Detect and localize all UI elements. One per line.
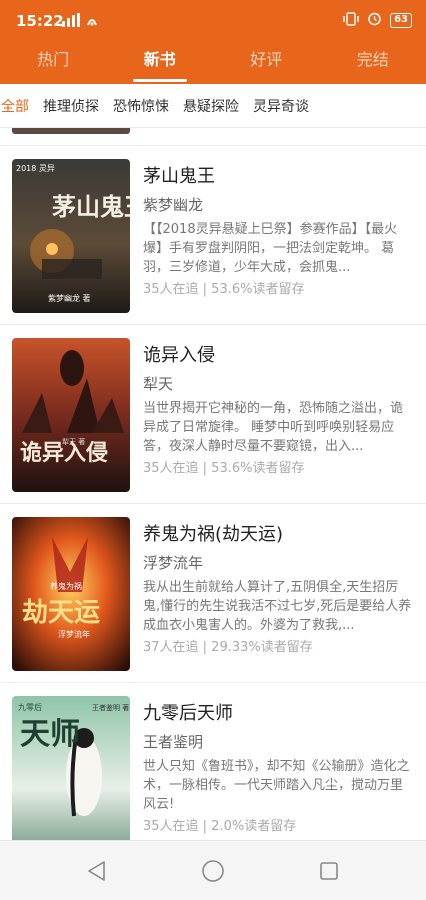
cover-badge: 九零后 xyxy=(18,702,42,712)
status-bar: 15:22 63 xyxy=(0,0,426,42)
book-info: 养鬼为祸(劫天运) 浮梦流年 我从出生前就给人算计了,五阴俱全,天生招厉鬼,懂行… xyxy=(143,522,412,657)
list-item[interactable]: 茅山鬼王 2018 灵异 紫梦幽龙 著 茅山鬼王 紫梦幽龙 【【2018灵异悬疑… xyxy=(0,146,426,325)
book-author: 王者鉴明 xyxy=(143,733,204,751)
category-detective[interactable]: 推理侦探 xyxy=(36,96,106,116)
list-item[interactable]: 劫天运 养鬼为祸 浮梦流年 养鬼为祸(劫天运) 浮梦流年 我从出生前就给人算计了… xyxy=(0,504,426,683)
book-info: 诡异入侵 犁天 当世界揭开它神秘的一角，恐怖随之溢出，诡异成了日常旋律。 睡梦中… xyxy=(143,343,412,478)
battery-indicator: 63 xyxy=(390,13,412,28)
book-cover: 茅山鬼王 2018 灵异 紫梦幽龙 著 xyxy=(12,159,130,313)
book-info: 九零后天师 王者鉴明 世人只知《鲁班书》，却不知《公输册》造化之术，一脉相传。一… xyxy=(143,701,412,836)
book-title[interactable]: 养鬼为祸(劫天运) xyxy=(143,522,412,548)
book-stats: 35人在追 | 53.6%读者留存 xyxy=(143,282,305,297)
book-cover: 劫天运 养鬼为祸 浮梦流年 xyxy=(12,517,130,671)
tab-hot[interactable]: 热门 xyxy=(0,42,107,84)
book-description: 我从出生前就给人算计了,五阴俱全,天生招厉鬼,懂行的先生说我活不过七岁,死后是要… xyxy=(143,580,412,633)
tab-top-rated[interactable]: 好评 xyxy=(213,42,320,84)
book-author: 浮梦流年 xyxy=(143,554,204,572)
cover-author: 犁天 著 xyxy=(62,437,85,446)
cover-badge: 2018 灵异 xyxy=(16,164,55,173)
cover-author: 浮梦流年 xyxy=(58,629,90,639)
system-nav-bar xyxy=(0,840,426,900)
book-cover: 诡异入侵 犁天 著 xyxy=(12,338,130,492)
book-stats: 35人在追 | 2.0%读者留存 xyxy=(143,819,297,834)
book-title[interactable]: 九零后天师 xyxy=(143,701,412,727)
book-info: 茅山鬼王 紫梦幽龙 【【2018灵异悬疑上巳祭】参赛作品】【最火爆】手有罗盘判阴… xyxy=(143,164,412,299)
top-tab-bar: 热门 新书 好评 完结 xyxy=(0,42,426,84)
cover-badge: 养鬼为祸 xyxy=(50,581,82,591)
tab-completed[interactable]: 完结 xyxy=(320,42,426,84)
book-list: 茅山鬼王 2018 灵异 紫梦幽龙 著 茅山鬼王 紫梦幽龙 【【2018灵异悬疑… xyxy=(0,128,426,840)
status-time: 15:22 xyxy=(16,12,64,30)
book-description: 世人只知《鲁班书》，却不知《公输册》造化之术，一脉相传。一代天师踏入凡尘，搅动万… xyxy=(143,759,410,812)
alarm-icon xyxy=(367,11,382,30)
status-right: 63 xyxy=(343,11,412,30)
list-item[interactable]: 天师 九零后 王者鉴明 著 九零后天师 王者鉴明 世人只知《鲁班书》，却不知《公… xyxy=(0,683,426,840)
tab-new-books[interactable]: 新书 xyxy=(107,42,214,84)
book-stats: 35人在追 | 53.6%读者留存 xyxy=(143,461,305,476)
book-author: 犁天 xyxy=(143,375,174,393)
category-filter-bar: 全部 推理侦探 恐怖惊悚 悬疑探险 灵异奇谈 xyxy=(0,84,426,128)
back-triangle-icon[interactable] xyxy=(85,859,109,883)
previous-item-edge xyxy=(0,128,426,146)
cover-title-text: 天师 xyxy=(20,717,80,752)
recent-apps-square-icon[interactable] xyxy=(317,859,341,883)
list-item[interactable]: 诡异入侵 犁天 著 诡异入侵 犁天 当世界揭开它神秘的一角，恐怖随之溢出，诡异成… xyxy=(0,325,426,504)
book-cover: 天师 九零后 王者鉴明 著 xyxy=(12,696,130,840)
book-title[interactable]: 诡异入侵 xyxy=(143,343,412,369)
signal-icon xyxy=(62,13,102,30)
category-all[interactable]: 全部 xyxy=(0,96,36,116)
cover-title-text: 劫天运 xyxy=(22,598,100,628)
book-stats: 37人在追 | 29.33%读者留存 xyxy=(143,640,313,655)
cover-author: 王者鉴明 著 xyxy=(92,703,129,712)
vibrate-icon xyxy=(343,11,359,30)
book-description: 【【2018灵异悬疑上巳祭】参赛作品】【最火爆】手有罗盘判阴阳，一把法剑定乾坤。… xyxy=(143,222,398,275)
book-author: 紫梦幽龙 xyxy=(143,196,204,214)
book-description: 当世界揭开它神秘的一角，恐怖随之溢出，诡异成了日常旋律。 睡梦中听到呼唤别轻易应… xyxy=(143,401,404,454)
book-title[interactable]: 茅山鬼王 xyxy=(143,164,412,190)
category-adventure[interactable]: 悬疑探险 xyxy=(176,96,246,116)
category-horror[interactable]: 恐怖惊悚 xyxy=(106,96,176,116)
cover-author: 紫梦幽龙 著 xyxy=(48,293,91,303)
home-circle-icon[interactable] xyxy=(201,859,225,883)
category-supernatural[interactable]: 灵异奇谈 xyxy=(246,96,316,116)
cover-title-text: 茅山鬼王 xyxy=(52,192,130,221)
